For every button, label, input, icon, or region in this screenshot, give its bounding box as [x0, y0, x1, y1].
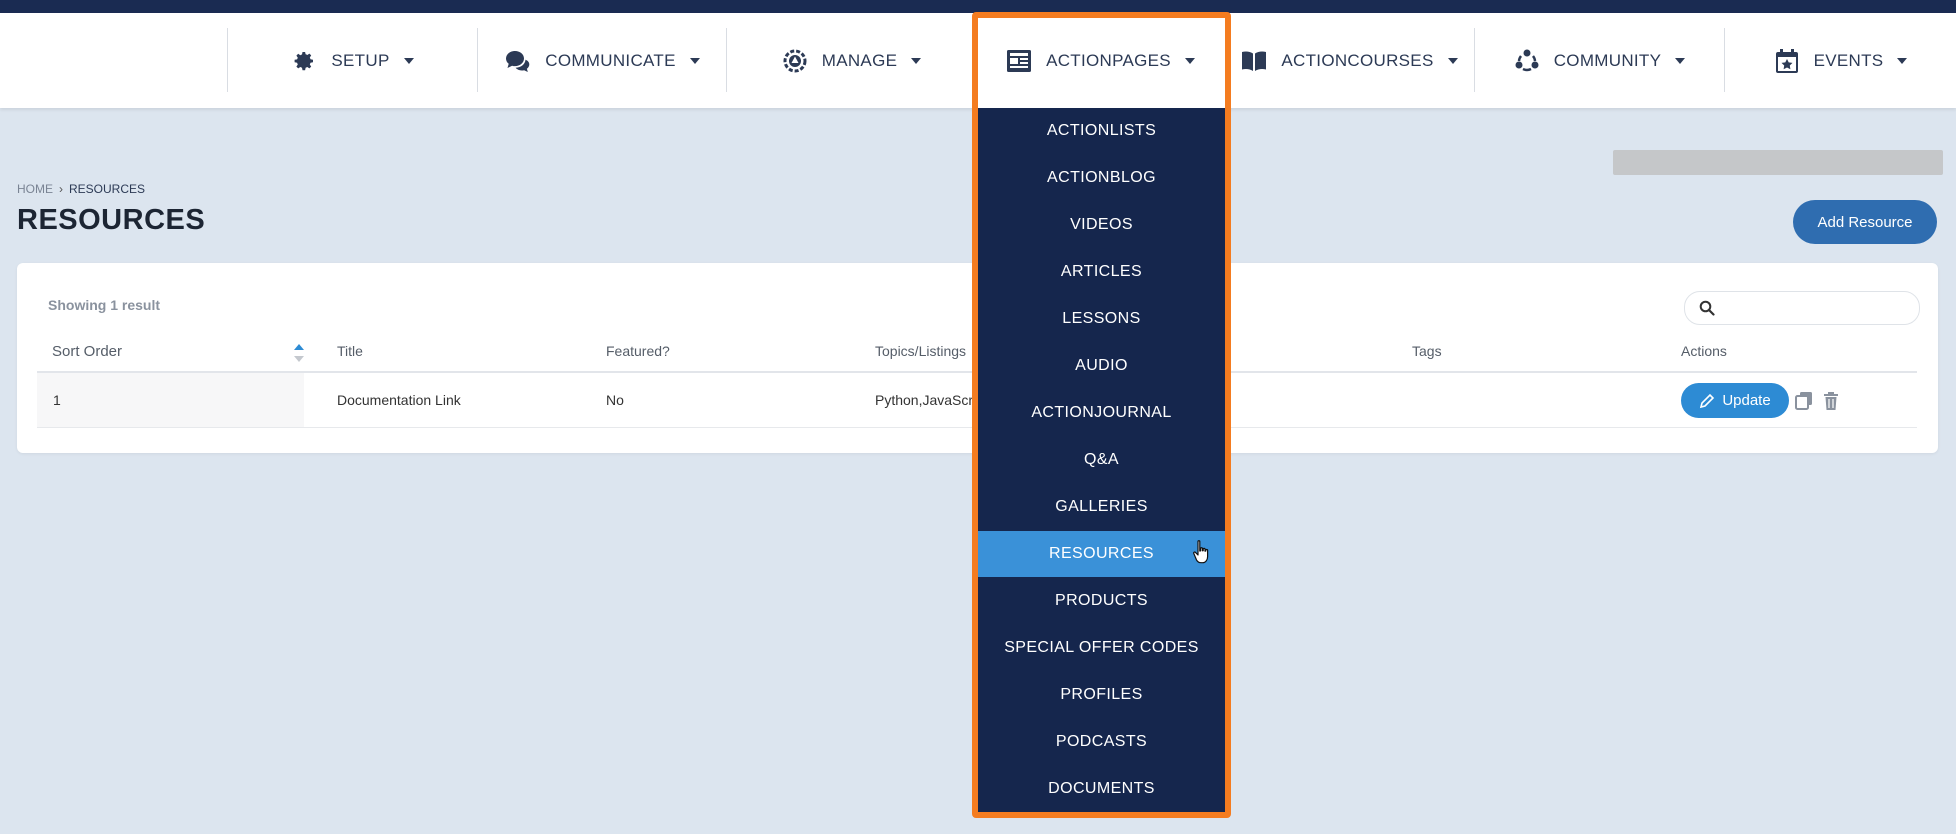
- sort-arrows-icon[interactable]: [293, 343, 304, 362]
- highlight-frame: [972, 12, 1231, 818]
- nav-events[interactable]: EVENTS: [1725, 13, 1956, 108]
- nav-community[interactable]: COMMUNITY: [1475, 13, 1724, 108]
- cell-topics: Python,JavaScript: [875, 392, 988, 408]
- column-tags[interactable]: Tags: [1412, 343, 1442, 359]
- search-input[interactable]: [1684, 291, 1920, 325]
- page-title: RESOURCES: [17, 204, 206, 236]
- nav-communicate-label: COMMUNICATE: [545, 50, 676, 70]
- nav-actioncourses-label: ACTIONCOURSES: [1281, 50, 1434, 70]
- breadcrumb-current: RESOURCES: [69, 182, 146, 196]
- chevron-down-icon: [689, 57, 700, 64]
- duplicate-icon[interactable]: [1795, 391, 1813, 411]
- open-book-icon: [1241, 48, 1267, 74]
- chevron-down-icon: [1184, 57, 1195, 64]
- hand-pointer-icon: [1192, 539, 1212, 570]
- chevron-down-icon: [1447, 57, 1458, 64]
- breadcrumb-home[interactable]: HOME: [17, 182, 53, 196]
- nav-events-label: EVENTS: [1813, 50, 1884, 70]
- update-button[interactable]: Update: [1681, 383, 1789, 418]
- column-featured[interactable]: Featured?: [606, 343, 670, 359]
- pencil-icon: [1699, 393, 1715, 409]
- column-title[interactable]: Title: [337, 343, 363, 359]
- column-topics[interactable]: Topics/Listings: [875, 343, 966, 359]
- chevron-down-icon: [911, 57, 922, 64]
- sort-order-cell: [37, 373, 304, 427]
- chevron-down-icon: [403, 57, 414, 64]
- nav-setup-label: SETUP: [331, 50, 390, 70]
- nav-communicate[interactable]: COMMUNICATE: [478, 13, 727, 108]
- trash-icon[interactable]: [1823, 391, 1841, 411]
- breadcrumb: HOME › RESOURCES: [17, 182, 145, 196]
- nav-actioncourses[interactable]: ACTIONCOURSES: [1225, 13, 1474, 108]
- search-icon: [1699, 300, 1715, 321]
- nav-actionpages-label: ACTIONPAGES: [1046, 50, 1171, 70]
- cell-sort-order: 1: [53, 392, 61, 408]
- nav-setup[interactable]: SETUP: [228, 13, 477, 108]
- community-icon: [1514, 48, 1540, 74]
- chevron-right-icon: ›: [59, 182, 63, 196]
- nav-manage-label: MANAGE: [821, 50, 898, 70]
- gear-icon: [291, 48, 317, 74]
- calendar-star-icon: [1774, 48, 1800, 74]
- column-actions: Actions: [1681, 343, 1727, 359]
- nav-manage[interactable]: MANAGE: [727, 13, 976, 108]
- nav-community-label: COMMUNITY: [1553, 50, 1662, 70]
- placeholder-bar: [1613, 150, 1943, 175]
- chevron-down-icon: [1675, 57, 1686, 64]
- nav-actionpages-active[interactable]: ACTIONPAGES: [976, 13, 1225, 108]
- cell-title: Documentation Link: [337, 392, 461, 408]
- chevron-down-icon: [1897, 57, 1908, 64]
- cog-alert-icon: [782, 48, 808, 74]
- newspaper-icon: [1006, 48, 1032, 74]
- update-label: Update: [1722, 392, 1771, 409]
- chat-bubbles-icon: [505, 48, 531, 74]
- cell-featured: No: [606, 392, 624, 408]
- column-sort-order[interactable]: Sort Order: [52, 343, 122, 360]
- result-count: Showing 1 result: [48, 297, 161, 313]
- add-resource-button[interactable]: Add Resource: [1793, 200, 1937, 244]
